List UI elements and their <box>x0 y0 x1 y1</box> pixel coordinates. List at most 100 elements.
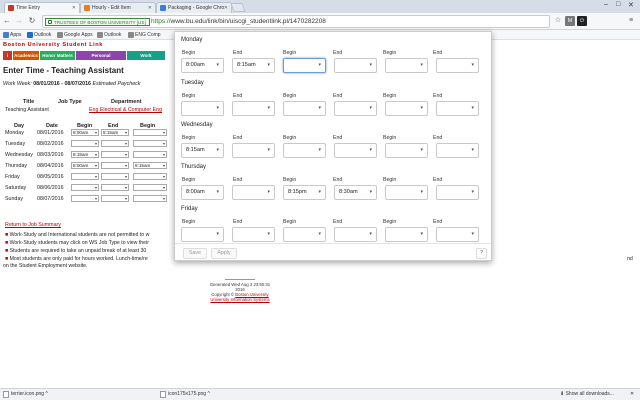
chevron-up-icon[interactable]: ^ <box>207 391 209 397</box>
begin-select[interactable] <box>71 195 99 202</box>
friday-end-2-select[interactable]: ▾ <box>334 227 377 242</box>
bookmark-outlook-2[interactable]: Outlook <box>97 31 121 39</box>
thursday-end-2-select[interactable]: 8:30am ▾ <box>334 185 377 200</box>
job-type-link[interactable]: Eng Electrical & Computer Eng <box>89 107 162 113</box>
extension-icon[interactable]: M <box>565 16 575 26</box>
end-select[interactable] <box>101 195 129 202</box>
thursday-begin-3-select[interactable]: ▾ <box>385 185 428 200</box>
friday-end-3-select[interactable]: ▾ <box>436 227 479 242</box>
maximize-icon[interactable]: □ <box>616 1 620 8</box>
back-arrow-icon[interactable]: ← <box>2 16 12 25</box>
menu-tab-academics[interactable]: Academics <box>13 51 39 60</box>
wednesday-end-3-select[interactable]: ▾ <box>436 143 479 158</box>
download-item[interactable]: terrier.icon.png ^ <box>3 390 48 400</box>
friday-begin-1-select[interactable]: ▾ <box>181 227 224 242</box>
monday-end-2-select[interactable]: ▾ <box>334 58 377 73</box>
secure-badge[interactable]: TRUSTEES OF BOSTON UNIVERSITY [US] <box>45 18 150 26</box>
close-download-shelf-icon[interactable]: ✕ <box>630 390 634 400</box>
address-bar[interactable]: TRUSTEES OF BOSTON UNIVERSITY [US] https… <box>42 15 550 28</box>
menu-tab-personal[interactable]: Personal <box>76 51 126 60</box>
monday-end-1-select[interactable]: 8:15am ▾ <box>232 58 275 73</box>
begin-2-select[interactable] <box>133 151 167 158</box>
tuesday-end-2-select[interactable]: ▾ <box>334 101 377 116</box>
bookmark-apps[interactable]: Apps <box>3 31 21 39</box>
tuesday-begin-2-select[interactable]: ▾ <box>283 101 326 116</box>
menu-tab-honor-matters[interactable]: Honor Matters <box>40 51 75 60</box>
tuesday-end-1-select[interactable]: ▾ <box>232 101 275 116</box>
begin-2-select[interactable] <box>133 140 167 147</box>
end-select[interactable] <box>101 162 129 169</box>
end-select[interactable] <box>101 184 129 191</box>
begin-2-select[interactable] <box>133 173 167 180</box>
tab-time-entry[interactable]: Time Entry ✕ <box>4 2 80 13</box>
close-tab-icon[interactable]: ✕ <box>72 3 76 13</box>
bookmark-eng-comp[interactable]: ENG Comp <box>128 31 161 39</box>
thursday-begin-1-select[interactable]: 8:00am ▾ <box>181 185 224 200</box>
chevron-up-icon[interactable]: ^ <box>45 391 47 397</box>
friday-begin-3-select[interactable]: ▾ <box>385 227 428 242</box>
wednesday-end-2-select[interactable]: ▾ <box>334 143 377 158</box>
end-select[interactable]: 8:15am <box>101 129 129 136</box>
begin-select[interactable]: 8:00am <box>71 162 99 169</box>
begin-label: Begin <box>182 177 196 183</box>
monday-begin-1-select[interactable]: 8:00am ▾ <box>181 58 224 73</box>
lock-icon <box>48 20 52 24</box>
close-window-icon[interactable]: ✕ <box>628 1 634 9</box>
close-tab-icon[interactable]: ✕ <box>148 3 152 13</box>
apply-button[interactable]: Apply <box>211 248 237 259</box>
minimize-icon[interactable]: – <box>604 1 608 8</box>
close-tab-icon[interactable]: ✕ <box>224 3 228 13</box>
wednesday-begin-2-select[interactable]: ▾ <box>283 143 326 158</box>
begin-select[interactable]: 8:15am <box>71 151 99 158</box>
begin-2-select[interactable] <box>133 195 167 202</box>
begin-select[interactable] <box>71 173 99 180</box>
monday-begin-3-select[interactable]: ▾ <box>385 58 428 73</box>
tab-hourly[interactable]: Hourly - Edit Item ✕ <box>80 2 156 13</box>
wednesday-begin-1-select[interactable]: 8:15am ▾ <box>181 143 224 158</box>
caret-down-icon: ▾ <box>420 189 423 195</box>
tab-packaging[interactable]: Packaging - Google Chro ✕ <box>156 2 232 13</box>
reload-icon[interactable]: ↻ <box>27 16 37 25</box>
information-systems-link[interactable]: University Information Systems <box>205 297 275 302</box>
end-select[interactable] <box>101 140 129 147</box>
work-week-line: Work Week: 08/01/2016 - 08/07/2016 Estim… <box>3 81 140 87</box>
thursday-begin-2-select[interactable]: 8:15pm ▾ <box>283 185 326 200</box>
popup-divider <box>175 243 491 244</box>
bookmark-google-apps[interactable]: Google Apps <box>57 31 93 39</box>
monday-begin-2-select[interactable]: ▾ <box>283 58 326 73</box>
end-label: End <box>233 93 243 99</box>
show-all-downloads-link[interactable]: ⬇ Show all downloads... <box>560 390 614 400</box>
row-day: Sunday <box>5 196 23 202</box>
thursday-end-1-select[interactable]: ▾ <box>232 185 275 200</box>
end-select[interactable] <box>101 173 129 180</box>
end-select[interactable] <box>101 151 129 158</box>
friday-begin-2-select[interactable]: ▾ <box>283 227 326 242</box>
return-to-job-summary-link[interactable]: Return to Job Summary <box>5 222 61 228</box>
wednesday-end-1-select[interactable]: ▾ <box>232 143 275 158</box>
begin-2-select[interactable] <box>133 129 167 136</box>
extension-dark-icon[interactable]: ⏻ <box>577 16 587 26</box>
monday-end-3-select[interactable]: ▾ <box>436 58 479 73</box>
begin-select[interactable]: 8:00am <box>71 129 99 136</box>
begin-select[interactable] <box>71 184 99 191</box>
begin-select[interactable] <box>71 140 99 147</box>
thursday-end-3-select[interactable]: ▾ <box>436 185 479 200</box>
save-button[interactable]: Save <box>183 248 207 259</box>
forward-arrow-icon[interactable]: → <box>14 16 24 25</box>
menu-icon[interactable]: ≡ <box>626 16 636 26</box>
info-tab[interactable]: i <box>3 51 12 60</box>
begin-2-select[interactable]: 8:15am <box>133 162 167 169</box>
begin-label: Begin <box>182 135 196 141</box>
tuesday-begin-1-select[interactable]: ▾ <box>181 101 224 116</box>
download-item[interactable]: icon175x175.png ^ <box>160 390 210 400</box>
menu-tab-work[interactable]: Work <box>127 51 165 60</box>
wednesday-begin-3-select[interactable]: ▾ <box>385 143 428 158</box>
help-button[interactable]: ? <box>476 248 487 259</box>
bookmark-outlook[interactable]: Outlook <box>27 31 51 39</box>
site-title: Boston University Student Link <box>3 42 103 48</box>
star-icon[interactable]: ☆ <box>553 16 563 26</box>
tuesday-begin-3-select[interactable]: ▾ <box>385 101 428 116</box>
friday-end-1-select[interactable]: ▾ <box>232 227 275 242</box>
tuesday-end-3-select[interactable]: ▾ <box>436 101 479 116</box>
begin-2-select[interactable] <box>133 184 167 191</box>
